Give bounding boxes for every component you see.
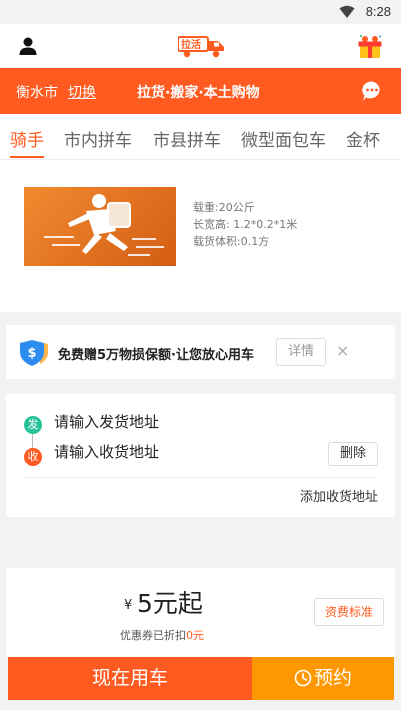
- coupon-discount-value: 0元: [186, 629, 204, 642]
- status-bar: 8:28: [0, 0, 401, 24]
- delete-address-button[interactable]: 删除: [328, 442, 378, 466]
- vehicle-load: 载重:20公斤: [193, 201, 255, 214]
- add-receive-address-link[interactable]: 添加收货地址: [300, 486, 378, 505]
- vehicle-volume: 载货体积:0.1方: [193, 235, 270, 248]
- receive-badge: 收: [24, 448, 42, 466]
- status-time: 8:28: [365, 4, 391, 19]
- tab-county-carpool[interactable]: 市县拼车: [153, 126, 221, 151]
- insurance-detail-button[interactable]: 详情: [276, 338, 326, 366]
- tab-jinbei[interactable]: 金杯: [346, 126, 380, 151]
- app-bar: 拉活: [0, 24, 401, 68]
- insurance-text: 免费赠5万物损保额·让您放心用车: [58, 348, 254, 363]
- logo-text: 拉活: [181, 38, 201, 51]
- location-header: 衡水市 切换 拉货·搬家·本土购物: [0, 68, 401, 114]
- vehicle-tabs: 骑手 市内拼车 市县拼车 微型面包车 金杯: [0, 114, 401, 160]
- price-card: ¥ 5元起 优惠券已折扣0元 资费标准: [6, 568, 395, 657]
- wifi-icon: [339, 5, 355, 18]
- coupon-note: 优惠券已折扣0元: [120, 627, 204, 643]
- coupon-note-label: 优惠券已折扣: [120, 629, 186, 642]
- send-address-input[interactable]: 请输入发货地址: [54, 411, 159, 432]
- message-icon[interactable]: [361, 80, 383, 102]
- user-icon[interactable]: [18, 36, 38, 56]
- reserve-label: 预约: [313, 667, 352, 689]
- truck-logo-icon: 拉活: [178, 36, 224, 58]
- reserve-button[interactable]: 预约: [252, 657, 394, 700]
- route-connector: [32, 434, 33, 448]
- use-car-now-button[interactable]: 现在用车: [8, 657, 252, 700]
- city-label: 衡水市: [16, 85, 58, 101]
- vehicle-info-card: 载重:20公斤 长宽高: 1.2*0.2*1米 载货体积:0.1方: [0, 160, 401, 312]
- vehicle-dimensions: 长宽高: 1.2*0.2*1米: [193, 218, 298, 231]
- switch-city-link[interactable]: 切换: [68, 82, 96, 102]
- svg-text:$: $: [27, 346, 36, 361]
- tab-city-carpool[interactable]: 市内拼车: [64, 126, 132, 151]
- close-icon[interactable]: ×: [336, 341, 349, 360]
- active-tab-indicator: [10, 156, 44, 158]
- clock-icon: [294, 669, 312, 687]
- tab-mini-van[interactable]: 微型面包车: [241, 126, 326, 151]
- courier-runner-icon: [44, 194, 164, 256]
- vehicle-image: [24, 187, 176, 266]
- price-amount: 5元起: [137, 589, 203, 618]
- divider: [24, 477, 378, 478]
- gift-icon[interactable]: [357, 34, 383, 60]
- slogan: 拉货·搬家·本土购物: [137, 85, 260, 101]
- tab-rider[interactable]: 骑手: [10, 126, 44, 151]
- address-card: 发 收 请输入发货地址 请输入收货地址 删除 添加收货地址: [6, 394, 395, 517]
- currency-symbol: ¥: [124, 598, 133, 613]
- shield-dollar-icon: $: [20, 340, 48, 366]
- send-badge: 发: [24, 416, 42, 434]
- fee-standard-button[interactable]: 资费标准: [314, 598, 384, 626]
- insurance-banner: $ 免费赠5万物损保额·让您放心用车 详情 ×: [6, 325, 395, 379]
- receive-address-input[interactable]: 请输入收货地址: [54, 441, 159, 462]
